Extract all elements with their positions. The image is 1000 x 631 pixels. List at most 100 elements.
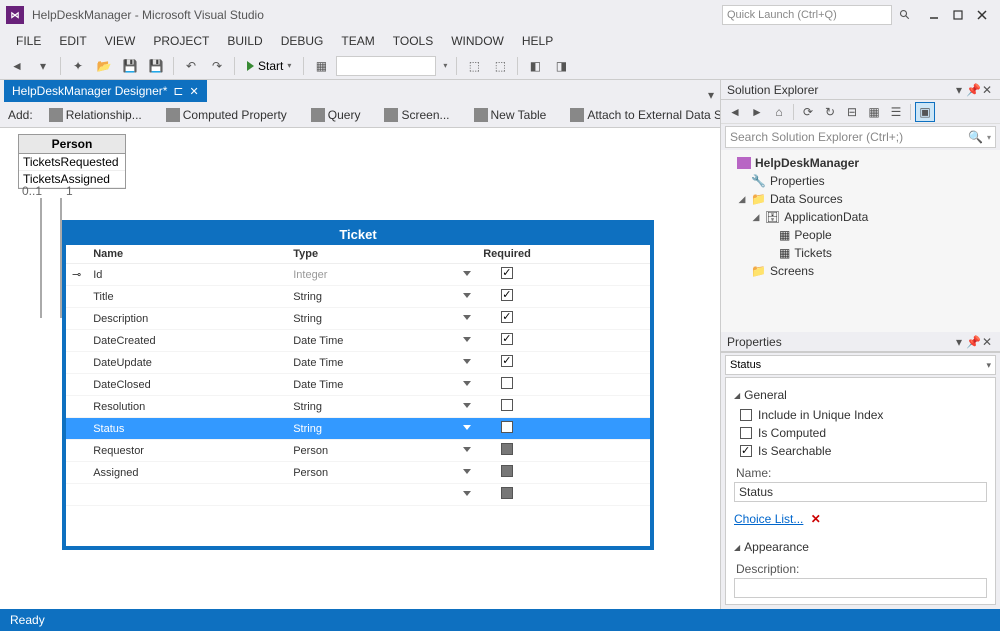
col-name[interactable]: Name	[87, 245, 287, 264]
required-checkbox[interactable]	[501, 399, 513, 411]
property-type-cell[interactable]: String	[287, 308, 477, 330]
menu-window[interactable]: WINDOW	[443, 32, 512, 50]
add-query-button[interactable]: Query	[307, 105, 365, 125]
close-button[interactable]	[970, 5, 994, 25]
tab-close-icon[interactable]: ✕	[189, 85, 198, 98]
col-required[interactable]: Required	[477, 245, 537, 264]
property-required-cell[interactable]	[477, 374, 537, 396]
section-general[interactable]: General	[734, 388, 987, 402]
property-name-cell[interactable]: Status	[87, 418, 287, 440]
entity-person[interactable]: Person TicketsRequested TicketsAssigned	[18, 134, 126, 189]
panel-pin-icon[interactable]: 📌	[966, 83, 980, 97]
toolbar-btn-e[interactable]: ◨	[550, 55, 572, 77]
search-icon[interactable]	[896, 6, 914, 24]
menu-build[interactable]: BUILD	[219, 32, 270, 50]
entity-person-row[interactable]: TicketsRequested	[19, 154, 125, 171]
table-row[interactable]: ResolutionString	[66, 396, 650, 418]
section-appearance[interactable]: Appearance	[734, 540, 987, 554]
add-relationship-button[interactable]: Relationship...	[45, 105, 146, 125]
property-name-cell[interactable]: DateClosed	[87, 374, 287, 396]
required-checkbox[interactable]	[501, 355, 513, 367]
tree-app-data[interactable]: ◢🗄ApplicationData	[723, 208, 998, 226]
document-tab-active[interactable]: HelpDeskManager Designer* ⊏ ✕	[4, 80, 207, 102]
table-row[interactable]: DescriptionString	[66, 308, 650, 330]
se-sync-button[interactable]: ⟳	[798, 102, 818, 122]
panel-close-icon[interactable]: ✕	[980, 335, 994, 349]
prop-is-searchable[interactable]: Is Searchable	[740, 444, 987, 458]
nav-back-button[interactable]: ◄	[6, 55, 28, 77]
tree-screens[interactable]: 📁Screens	[723, 262, 998, 280]
delete-icon[interactable]: ✕	[811, 512, 821, 526]
se-home-button[interactable]: ⌂	[769, 102, 789, 122]
menu-edit[interactable]: EDIT	[51, 32, 94, 50]
open-button[interactable]: 📂	[93, 55, 115, 77]
tree-people[interactable]: ▦People	[723, 226, 998, 244]
save-button[interactable]: 💾	[119, 55, 141, 77]
tree-tickets[interactable]: ▦Tickets	[723, 244, 998, 262]
property-required-cell[interactable]	[477, 418, 537, 440]
panel-dropdown-icon[interactable]: ▾	[952, 83, 966, 97]
table-row[interactable]: AssignedPerson	[66, 462, 650, 484]
table-row[interactable]: DateClosedDate Time	[66, 374, 650, 396]
property-type-cell[interactable]: Person	[287, 440, 477, 462]
property-type-cell[interactable]: String	[287, 286, 477, 308]
prop-include-unique[interactable]: Include in Unique Index	[740, 408, 987, 422]
minimize-button[interactable]	[922, 5, 946, 25]
property-type-cell[interactable]: Integer	[287, 264, 477, 286]
attach-external-button[interactable]: Attach to External Data Source...	[566, 105, 720, 125]
property-name-cell[interactable]: DateCreated	[87, 330, 287, 352]
prop-is-computed[interactable]: Is Computed	[740, 426, 987, 440]
menu-project[interactable]: PROJECT	[145, 32, 217, 50]
property-type-cell[interactable]: String	[287, 396, 477, 418]
toolbar-btn-a[interactable]: ▦	[310, 55, 332, 77]
property-type-cell[interactable]: Date Time	[287, 352, 477, 374]
designer-canvas[interactable]: Person TicketsRequested TicketsAssigned …	[0, 128, 720, 609]
property-required-cell[interactable]	[477, 286, 537, 308]
se-fwd-button[interactable]: ►	[747, 102, 767, 122]
table-row[interactable]: DateUpdateDate Time	[66, 352, 650, 374]
start-debug-button[interactable]: Start ▾	[241, 55, 297, 77]
required-checkbox[interactable]	[501, 465, 513, 477]
menu-view[interactable]: VIEW	[97, 32, 144, 50]
properties-object-selector[interactable]: Status	[725, 355, 996, 375]
property-name-cell[interactable]: Description	[87, 308, 287, 330]
add-computed-property-button[interactable]: Computed Property	[162, 105, 291, 125]
menu-file[interactable]: FILE	[8, 32, 49, 50]
property-required-cell[interactable]	[477, 462, 537, 484]
property-name-cell[interactable]: Requestor	[87, 440, 287, 462]
add-property-row[interactable]	[66, 484, 650, 506]
panel-dropdown-icon[interactable]: ▾	[952, 335, 966, 349]
property-name-cell[interactable]: Id	[87, 264, 287, 286]
property-required-cell[interactable]	[477, 440, 537, 462]
property-type-cell[interactable]: Person	[287, 462, 477, 484]
toolbar-btn-c[interactable]: ⬚	[489, 55, 511, 77]
table-row[interactable]: TitleString	[66, 286, 650, 308]
redo-button[interactable]: ↷	[206, 55, 228, 77]
choice-list-link[interactable]: Choice List...	[734, 512, 803, 526]
pin-icon[interactable]: ⊏	[173, 84, 183, 98]
table-row[interactable]: ⊸IdInteger	[66, 264, 650, 286]
tree-data-sources[interactable]: ◢📁Data Sources	[723, 190, 998, 208]
menu-team[interactable]: TEAM	[333, 32, 382, 50]
panel-close-icon[interactable]: ✕	[980, 83, 994, 97]
toolbar-btn-d[interactable]: ◧	[524, 55, 546, 77]
property-type-cell[interactable]: Date Time	[287, 374, 477, 396]
menu-help[interactable]: HELP	[514, 32, 561, 50]
property-name-cell[interactable]: Title	[87, 286, 287, 308]
required-checkbox[interactable]	[501, 333, 513, 345]
property-required-cell[interactable]	[477, 352, 537, 374]
se-properties-button[interactable]: ☰	[886, 102, 906, 122]
property-required-cell[interactable]	[477, 330, 537, 352]
se-refresh-button[interactable]: ↻	[820, 102, 840, 122]
menu-tools[interactable]: TOOLS	[385, 32, 441, 50]
property-type-cell[interactable]: Date Time	[287, 330, 477, 352]
required-checkbox[interactable]	[501, 443, 513, 455]
entity-ticket[interactable]: Ticket Name Type Required ⊸IdIntegerTitl…	[62, 220, 654, 550]
se-showall-button[interactable]: ▦	[864, 102, 884, 122]
se-preview-button[interactable]: ▣	[915, 102, 935, 122]
undo-button[interactable]: ↶	[180, 55, 202, 77]
maximize-button[interactable]	[946, 5, 970, 25]
required-checkbox[interactable]	[501, 487, 513, 499]
nav-fwd-button[interactable]: ▾	[32, 55, 54, 77]
property-name-cell[interactable]: Assigned	[87, 462, 287, 484]
